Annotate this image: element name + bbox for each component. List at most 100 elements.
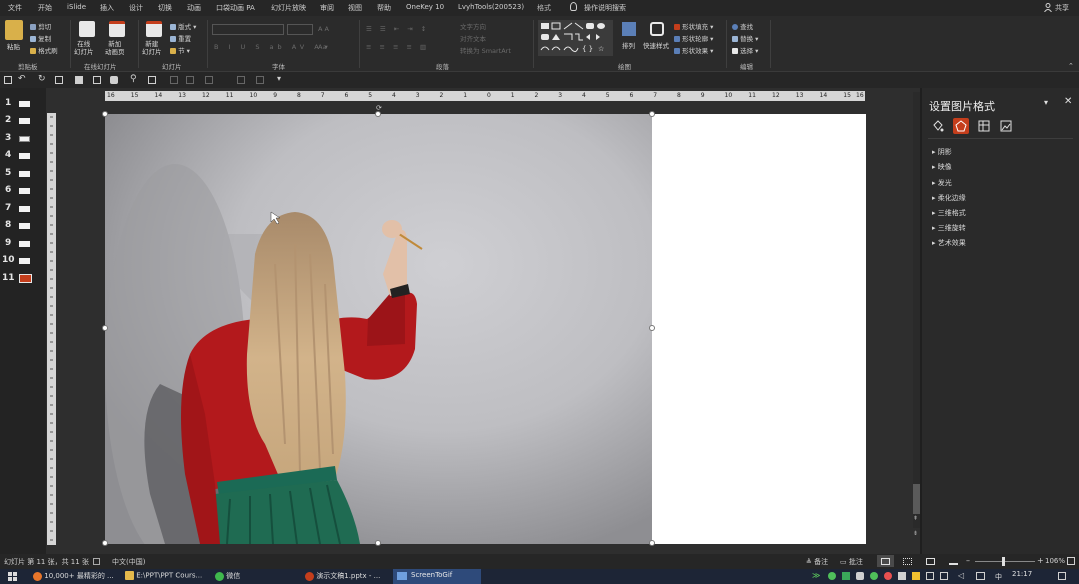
spell-check-icon[interactable] — [93, 558, 100, 565]
format-painter-icon[interactable]: ⚲ — [130, 74, 137, 84]
tab-transitions[interactable]: 切换 — [158, 3, 172, 13]
tray-icon[interactable] — [828, 572, 836, 580]
redo-icon[interactable]: ↻ — [38, 74, 46, 84]
tray-icon[interactable] — [870, 572, 878, 580]
qat-tool-icon[interactable] — [186, 76, 194, 84]
reading-view-icon[interactable] — [926, 558, 935, 565]
new-animation-button[interactable]: 新加 动画页 — [105, 40, 125, 56]
tray-icon[interactable] — [912, 572, 920, 580]
section-3d-rotation[interactable]: ▸ 三维旋转 — [932, 223, 966, 233]
qat-tool-icon[interactable] — [75, 76, 83, 84]
taskbar-firefox[interactable]: 10,000+ 最精彩的 ... — [33, 571, 114, 583]
slide-number[interactable]: 6 — [5, 185, 11, 195]
slide-thumbnail[interactable] — [19, 153, 30, 159]
slide-number[interactable]: 10 — [2, 255, 15, 265]
shape-outline-button[interactable]: 形状轮廓 ▾ — [674, 33, 713, 43]
slide-number[interactable]: 1 — [5, 98, 11, 108]
notes-button[interactable]: ≜ 备注 — [806, 557, 828, 567]
tray-icon[interactable] — [884, 572, 892, 580]
save-icon[interactable] — [4, 76, 12, 84]
tab-animations[interactable]: 动画 — [187, 3, 201, 13]
align-text-button[interactable]: 对齐文本 — [460, 33, 486, 43]
font-grow-icon[interactable]: A A — [318, 25, 329, 33]
tray-icon[interactable] — [856, 572, 864, 580]
tab-pocket-animation[interactable]: 口袋动画 PA — [216, 3, 255, 13]
list-buttons[interactable]: ☰ ☰ ⇤ ⇥ ↕ — [366, 25, 429, 33]
layout-button[interactable]: 版式 ▾ — [170, 21, 196, 31]
paste-button[interactable]: 粘贴 — [7, 41, 20, 51]
resize-handle[interactable] — [649, 111, 655, 117]
qat-tool-icon[interactable] — [93, 76, 101, 84]
qat-tool-icon[interactable] — [205, 76, 213, 84]
next-slide-icon[interactable]: ⇟ — [913, 530, 918, 537]
tab-lvyhtools[interactable]: LvyhTools(200523) — [458, 3, 524, 11]
collapse-ribbon-icon[interactable]: ⌃ — [1068, 62, 1074, 70]
tab-home[interactable]: 开始 — [38, 3, 52, 13]
windows-start-icon[interactable] — [8, 572, 17, 581]
cut-button[interactable]: 剪切 — [30, 21, 51, 31]
section-button[interactable]: 节 ▾ — [170, 45, 190, 55]
share-button[interactable]: 共享 — [1055, 3, 1069, 13]
format-painter-button[interactable]: 格式刷 — [30, 45, 58, 55]
replace-button[interactable]: 替换 ▾ — [732, 33, 758, 43]
resize-handle[interactable] — [102, 111, 108, 117]
slide-number[interactable]: 7 — [5, 203, 11, 213]
tab-review[interactable]: 审阅 — [320, 3, 334, 13]
tab-islide[interactable]: iSlide — [67, 3, 86, 11]
tab-view[interactable]: 视图 — [348, 3, 362, 13]
tray-icon[interactable] — [842, 572, 850, 580]
close-pane-icon[interactable]: ✕ — [1064, 96, 1072, 107]
slide-thumbnail[interactable] — [19, 206, 30, 212]
align-buttons[interactable]: ≡ ≡ ≡ ≡ ▥ — [366, 43, 429, 51]
comments-button[interactable]: ▭ 批注 — [840, 557, 863, 567]
font-color-button[interactable]: A ▾ — [318, 43, 328, 51]
rotate-handle-icon[interactable]: ⟳ — [376, 104, 382, 112]
picture-tab-icon[interactable] — [1000, 120, 1012, 132]
start-slideshow-icon[interactable] — [55, 76, 63, 84]
resize-handle[interactable] — [649, 325, 655, 331]
resize-handle[interactable] — [102, 325, 108, 331]
taskbar-screentogif[interactable]: ScreenToGif — [393, 569, 481, 584]
fit-to-window-icon[interactable] — [1067, 557, 1075, 565]
tab-help[interactable]: 帮助 — [377, 3, 391, 13]
tray-icon[interactable]: ≫ — [812, 571, 820, 580]
slide-thumbnail[interactable] — [19, 188, 30, 194]
zoom-out-icon[interactable]: – — [966, 556, 970, 565]
tell-me-search[interactable]: 操作说明搜索 — [584, 3, 626, 13]
selected-picture[interactable] — [105, 114, 652, 544]
tray-icon[interactable] — [926, 572, 934, 580]
arrange-button[interactable]: 排列 — [622, 40, 635, 50]
network-icon[interactable] — [976, 572, 985, 580]
slide-sorter-icon[interactable] — [903, 558, 912, 565]
taskbar-explorer[interactable]: E:\PPT\PPT Cours... — [125, 571, 202, 583]
taskbar-wechat[interactable]: 微信 — [215, 571, 240, 583]
slide-number[interactable]: 4 — [5, 150, 11, 160]
section-reflection[interactable]: ▸ 映像 — [932, 162, 952, 172]
slide-number[interactable]: 9 — [5, 238, 11, 248]
slide-number[interactable]: 8 — [5, 220, 11, 230]
qat-tool-icon[interactable] — [148, 76, 156, 84]
section-artistic-effects[interactable]: ▸ 艺术效果 — [932, 238, 966, 248]
slide-number[interactable]: 5 — [5, 168, 11, 178]
effects-tab-icon[interactable] — [953, 118, 969, 134]
zoom-in-icon[interactable]: + — [1037, 556, 1044, 565]
size-properties-tab-icon[interactable] — [978, 120, 990, 132]
customize-qat-icon[interactable]: ▾ — [277, 74, 281, 83]
language-indicator[interactable]: 中文(中国) — [112, 557, 145, 567]
tray-icon[interactable] — [898, 572, 906, 580]
slide-number[interactable]: 2 — [5, 115, 11, 125]
shapes-gallery[interactable]: { } ☆ — [538, 20, 613, 56]
section-glow[interactable]: ▸ 发光 — [932, 178, 952, 188]
tab-format[interactable]: 格式 — [537, 3, 551, 13]
copy-button[interactable]: 复制 — [30, 33, 51, 43]
shape-effects-button[interactable]: 形状效果 ▾ — [674, 45, 713, 55]
slide-thumbnail[interactable] — [19, 136, 30, 142]
slide-thumbnail[interactable] — [19, 258, 30, 264]
clock-time[interactable]: 21:17 — [1012, 570, 1032, 578]
select-button[interactable]: 选择 ▾ — [732, 45, 758, 55]
slide-thumbnail[interactable] — [19, 171, 30, 177]
zoom-slider-thumb[interactable] — [1002, 557, 1005, 566]
section-shadow[interactable]: ▸ 阴影 — [932, 147, 952, 157]
slideshow-view-icon[interactable] — [949, 558, 958, 565]
slide-number-active[interactable]: 11 — [2, 273, 15, 283]
